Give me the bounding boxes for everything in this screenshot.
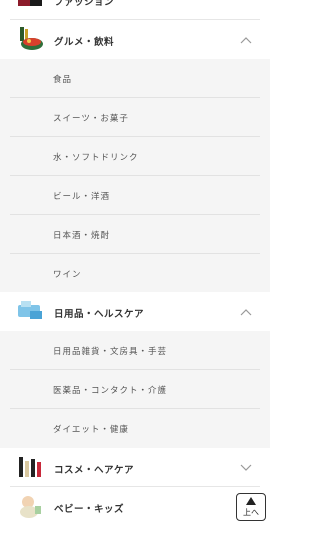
cosme-thumbnail-icon: [19, 457, 41, 477]
submenu-item-label: 食品: [53, 75, 73, 85]
submenu-item-label: 水・ソフトドリンク: [53, 153, 139, 163]
gourmet-thumbnail-icon: [20, 27, 43, 50]
submenu-item[interactable]: 医薬品・コンタクト・介護: [0, 370, 270, 409]
baby-thumbnail-icon: [20, 496, 41, 518]
category-label: ベビー・キッズ: [54, 504, 125, 515]
submenu-item[interactable]: 日用品雑貨・文房具・手芸: [0, 331, 270, 370]
scroll-to-top-label: 上へ: [243, 508, 259, 517]
submenu-item-label: ワイン: [53, 270, 82, 280]
category-row-baby[interactable]: ベビー・キッズ: [0, 487, 270, 526]
category-label: コスメ・ヘアケア: [54, 465, 135, 476]
category-row-gourmet[interactable]: グルメ・飲料: [0, 20, 270, 59]
scroll-to-top-button[interactable]: 上へ: [236, 493, 266, 521]
submenu-item[interactable]: ダイエット・健康: [0, 409, 270, 448]
chevron-up-icon[interactable]: [240, 308, 252, 316]
category-row-cosme[interactable]: コスメ・ヘアケア: [0, 448, 270, 487]
fashion-thumbnail-icon: [18, 0, 42, 6]
submenu-gourmet: 食品 スイーツ・お菓子 水・ソフトドリンク ビール・洋酒 日本酒・焼酎 ワイン: [0, 59, 270, 292]
submenu-item-label: ダイエット・健康: [53, 425, 129, 435]
submenu-item-label: 医薬品・コンタクト・介護: [53, 386, 168, 396]
submenu-item[interactable]: ビール・洋酒: [0, 176, 270, 215]
submenu-item[interactable]: 水・ソフトドリンク: [0, 137, 270, 176]
submenu-item[interactable]: 日本酒・焼酎: [0, 215, 270, 254]
submenu-item[interactable]: スイーツ・お菓子: [0, 98, 270, 137]
submenu-item-label: 日用品雑貨・文房具・手芸: [53, 347, 168, 357]
submenu-item[interactable]: ワイン: [0, 254, 270, 293]
category-row-daily[interactable]: 日用品・ヘルスケア: [0, 292, 270, 331]
arrow-up-icon: [246, 497, 256, 505]
submenu-item-label: ビール・洋酒: [53, 192, 111, 202]
submenu-item[interactable]: 食品: [0, 59, 270, 98]
category-label: グルメ・飲料: [54, 37, 115, 48]
category-label: ファッション: [54, 0, 115, 8]
chevron-down-icon[interactable]: [240, 464, 252, 472]
submenu-item-label: スイーツ・お菓子: [53, 114, 129, 124]
submenu-item-label: 日本酒・焼酎: [53, 231, 111, 241]
daily-thumbnail-icon: [18, 301, 42, 319]
category-row-fashion[interactable]: ファッション: [0, 0, 270, 20]
category-label: 日用品・ヘルスケア: [54, 309, 145, 320]
submenu-daily: 日用品雑貨・文房具・手芸 医薬品・コンタクト・介護 ダイエット・健康: [0, 331, 270, 448]
chevron-up-icon[interactable]: [240, 36, 252, 44]
